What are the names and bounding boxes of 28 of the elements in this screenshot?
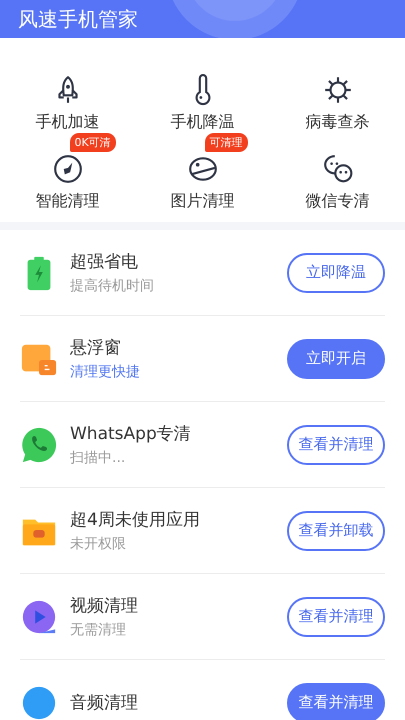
tool-badge: 0K可清 xyxy=(70,133,116,152)
feature-title: 音频清理 xyxy=(70,692,139,714)
action-button[interactable]: 立即降温 xyxy=(287,252,385,292)
feature-subtitle: 提高待机时间 xyxy=(70,277,155,295)
feature-title: 超强省电 xyxy=(70,251,139,273)
action-button[interactable]: 查看并清理 xyxy=(287,424,385,464)
phone-chat-icon xyxy=(20,426,58,464)
action-button[interactable]: 查看并清理 xyxy=(287,682,385,720)
action-button[interactable]: 查看并清理 xyxy=(287,596,385,636)
feature-title: 超4周未使用应用 xyxy=(70,509,201,531)
tool-button[interactable]: 智能清理 xyxy=(36,153,100,212)
tool-button[interactable]: 微信专清 xyxy=(306,153,370,212)
feature-subtitle: 扫描中... xyxy=(70,449,126,467)
action-button[interactable]: 查看并卸载 xyxy=(287,510,385,550)
app-title: 风速手机管家 xyxy=(18,6,138,32)
feature-title: 悬浮窗 xyxy=(70,337,122,359)
feature-title: WhatsApp专清 xyxy=(70,423,192,445)
feature-subtitle: 无需清理 xyxy=(70,621,127,639)
tool-badge: 可清理 xyxy=(204,133,248,152)
tool-button[interactable]: 手机加速 xyxy=(36,74,100,133)
tool-button[interactable]: 图片清理 xyxy=(170,153,234,212)
tool-button[interactable]: 病毒查杀 xyxy=(306,74,370,133)
tool-button[interactable]: 手机降温 xyxy=(170,74,234,133)
feature-subtitle: 清理更快捷 xyxy=(70,363,141,381)
feature-subtitle: 未开权限 xyxy=(70,535,127,553)
chat-icon xyxy=(322,153,354,185)
feature-title: 视频清理 xyxy=(70,595,139,617)
action-button[interactable]: 立即开启 xyxy=(287,338,385,378)
